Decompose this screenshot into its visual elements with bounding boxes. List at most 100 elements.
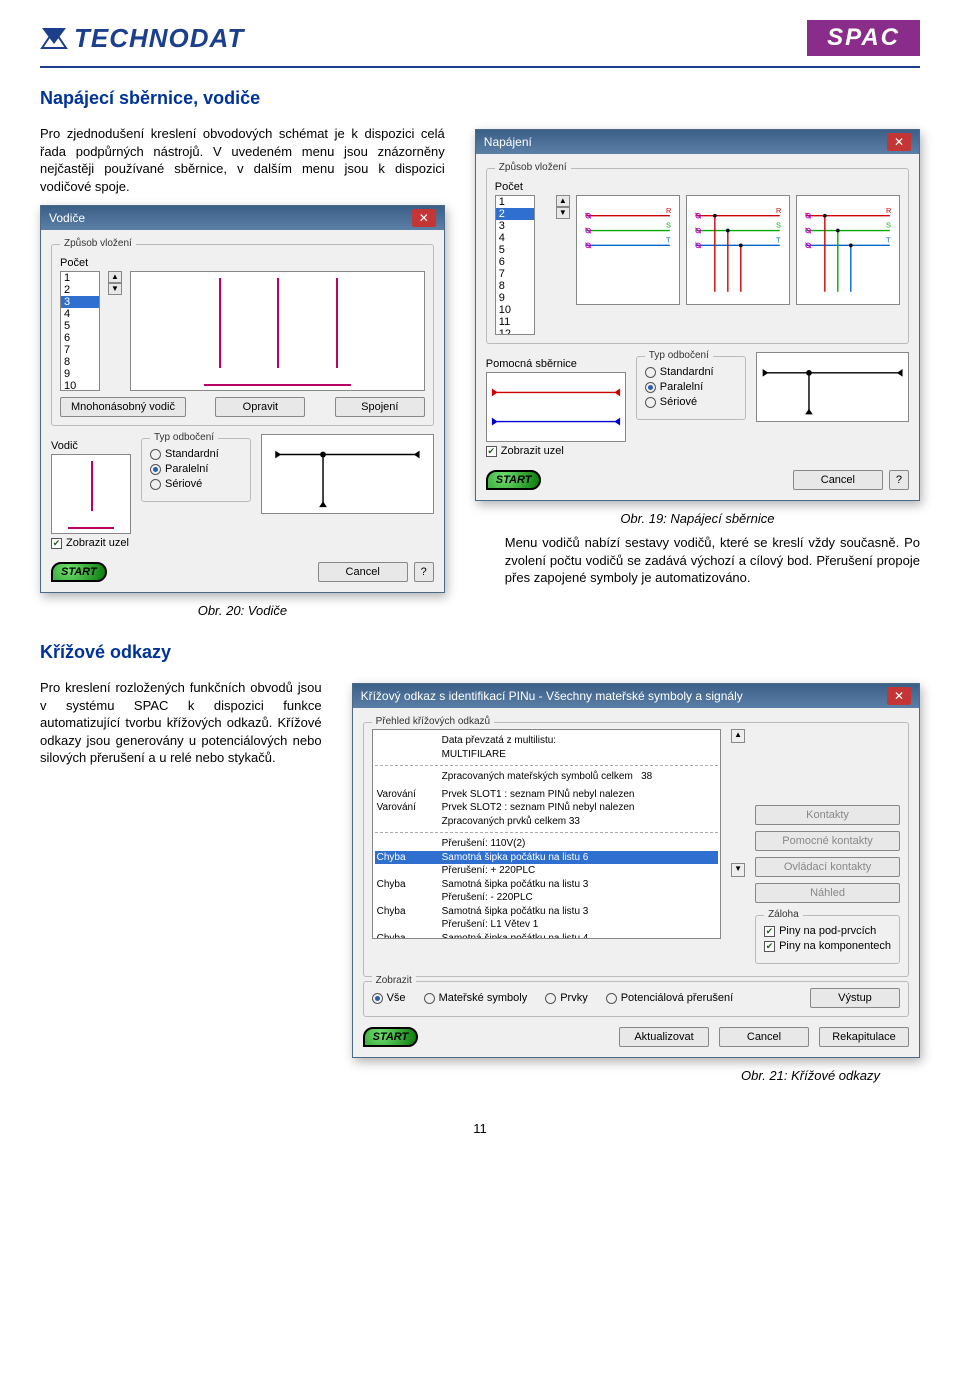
report-row[interactable]: ChybaSamotná šipka počátku na listu 3: [375, 878, 718, 892]
close-icon[interactable]: ✕: [887, 687, 911, 705]
count-option[interactable]: 5: [496, 244, 534, 256]
show-radio-prvky[interactable]: Prvky: [545, 992, 588, 1004]
help-button[interactable]: ?: [414, 562, 434, 582]
spin-down-button[interactable]: ▼: [556, 207, 570, 219]
count-option[interactable]: 1: [61, 272, 99, 284]
backup-group-label: Záloha: [764, 909, 803, 920]
nahled-button[interactable]: Náhled: [755, 883, 900, 903]
aktualizovat-button[interactable]: Aktualizovat: [619, 1027, 709, 1047]
count-listbox[interactable]: 123456789101112: [60, 271, 100, 391]
radio-standardní[interactable]: Standardní: [645, 366, 737, 378]
scroll-down-button[interactable]: ▼: [731, 863, 745, 877]
report-listbox[interactable]: Data převzatá z multilistu: MULTIFILARE …: [372, 729, 721, 939]
start-button[interactable]: START: [486, 470, 542, 490]
svg-text:T: T: [886, 236, 891, 245]
radio-dot-icon: [645, 382, 656, 393]
count-option[interactable]: 4: [496, 232, 534, 244]
piny-podprvky-checkbox[interactable]: [764, 926, 775, 937]
pomocne-kontakty-button[interactable]: Pomocné kontakty: [755, 831, 900, 851]
brand-logo: TECHNODAT: [40, 23, 244, 54]
bus-preview: RST: [576, 195, 680, 305]
radio-sériové[interactable]: Sériové: [645, 396, 737, 408]
aux-bus-preview: [486, 372, 626, 442]
close-icon[interactable]: ✕: [412, 209, 436, 227]
count-option[interactable]: 9: [496, 292, 534, 304]
dialog-krizovy-title: Křížový odkaz s identifikací PINu - Všec…: [361, 689, 743, 703]
show-node-checkbox[interactable]: [51, 538, 62, 549]
ovladaci-kontakty-button[interactable]: Ovládací kontakty: [755, 857, 900, 877]
count-option[interactable]: 8: [61, 356, 99, 368]
radio-paralelní[interactable]: Paralelní: [150, 463, 242, 475]
kontakty-button[interactable]: Kontakty: [755, 805, 900, 825]
vystup-button[interactable]: Výstup: [810, 988, 900, 1008]
show-radio-potenciálová-přerušení[interactable]: Potenciálová přerušení: [606, 992, 734, 1004]
svg-text:T: T: [776, 236, 781, 245]
branch-preview: [261, 434, 434, 514]
report-row[interactable]: Přerušení: 110V(2): [375, 837, 718, 851]
count-option[interactable]: 4: [61, 308, 99, 320]
count-option[interactable]: 7: [496, 268, 534, 280]
spin-up-button[interactable]: ▲: [556, 195, 570, 207]
cancel-button[interactable]: Cancel: [719, 1027, 809, 1047]
count-option[interactable]: 6: [496, 256, 534, 268]
help-button[interactable]: ?: [889, 470, 909, 490]
count-option[interactable]: 10: [61, 380, 99, 391]
scroll-up-button[interactable]: ▲: [731, 729, 745, 743]
report-row[interactable]: Přerušení: L1 Větev 1: [375, 918, 718, 932]
merge-button[interactable]: Spojení: [335, 397, 425, 417]
heading-napajeci: Napájecí sběrnice, vodiče: [40, 88, 920, 109]
start-button[interactable]: START: [51, 562, 107, 582]
count-option[interactable]: 7: [61, 344, 99, 356]
report-row[interactable]: ChybaSamotná šipka počátku na listu 4: [375, 932, 718, 940]
spin-down-button[interactable]: ▼: [108, 283, 122, 295]
start-button[interactable]: START: [363, 1027, 419, 1047]
svg-text:T: T: [666, 236, 671, 245]
count-option[interactable]: 5: [61, 320, 99, 332]
report-row[interactable]: ChybaSamotná šipka počátku na listu 6: [375, 851, 718, 865]
count-option[interactable]: 3: [496, 220, 534, 232]
count-option[interactable]: 2: [496, 208, 534, 220]
radio-standardní[interactable]: Standardní: [150, 448, 242, 460]
count-option[interactable]: 2: [61, 284, 99, 296]
radio-dot-icon: [150, 464, 161, 475]
rekapitulace-button[interactable]: Rekapitulace: [819, 1027, 909, 1047]
brand-name: TECHNODAT: [74, 23, 244, 54]
count-option[interactable]: 10: [496, 304, 534, 316]
report-row[interactable]: Přerušení: + 220PLC: [375, 864, 718, 878]
count-option[interactable]: 6: [61, 332, 99, 344]
heading-krizove: Křížové odkazy: [40, 642, 920, 663]
radio-sériové[interactable]: Sériové: [150, 478, 242, 490]
para-intro: Pro zjednodušení kreslení obvodových sch…: [40, 125, 445, 195]
cancel-button[interactable]: Cancel: [793, 470, 883, 490]
multi-conductor-button[interactable]: Mnohonásobný vodič: [60, 397, 186, 417]
radio-dot-icon: [645, 367, 656, 378]
count-option[interactable]: 1: [496, 196, 534, 208]
vodic-label: Vodič: [51, 440, 131, 452]
report-row[interactable]: Přerušení: - 220PLC: [375, 891, 718, 905]
branch-type-label: Typ odbočení: [150, 432, 218, 443]
spin-up-button[interactable]: ▲: [108, 271, 122, 283]
show-node-checkbox[interactable]: [486, 446, 497, 457]
edit-button[interactable]: Opravit: [215, 397, 305, 417]
count-listbox[interactable]: 123456789101112: [495, 195, 535, 335]
close-icon[interactable]: ✕: [887, 133, 911, 151]
svg-text:R: R: [886, 206, 891, 215]
radio-paralelní[interactable]: Paralelní: [645, 381, 737, 393]
count-label: Počet: [60, 257, 425, 269]
report-row[interactable]: ChybaSamotná šipka počátku na listu 3: [375, 905, 718, 919]
count-option[interactable]: 9: [61, 368, 99, 380]
spac-badge: SPAC: [807, 20, 920, 56]
count-option[interactable]: 12: [496, 328, 534, 335]
count-option[interactable]: 11: [496, 316, 534, 328]
show-radio-mateřské-symboly[interactable]: Mateřské symboly: [424, 992, 528, 1004]
piny-komponenty-checkbox[interactable]: [764, 941, 775, 952]
para-menu-vodicu: Menu vodičů nabízí sestavy vodičů, které…: [505, 534, 920, 587]
count-option[interactable]: 3: [61, 296, 99, 308]
branch-preview: [756, 352, 909, 422]
svg-text:S: S: [666, 221, 671, 230]
show-radio-vše[interactable]: Vše: [372, 992, 406, 1004]
caption-obr20: Obr. 20: Vodiče: [40, 603, 445, 618]
cancel-button[interactable]: Cancel: [318, 562, 408, 582]
preview-conductors: [130, 271, 425, 391]
count-option[interactable]: 8: [496, 280, 534, 292]
